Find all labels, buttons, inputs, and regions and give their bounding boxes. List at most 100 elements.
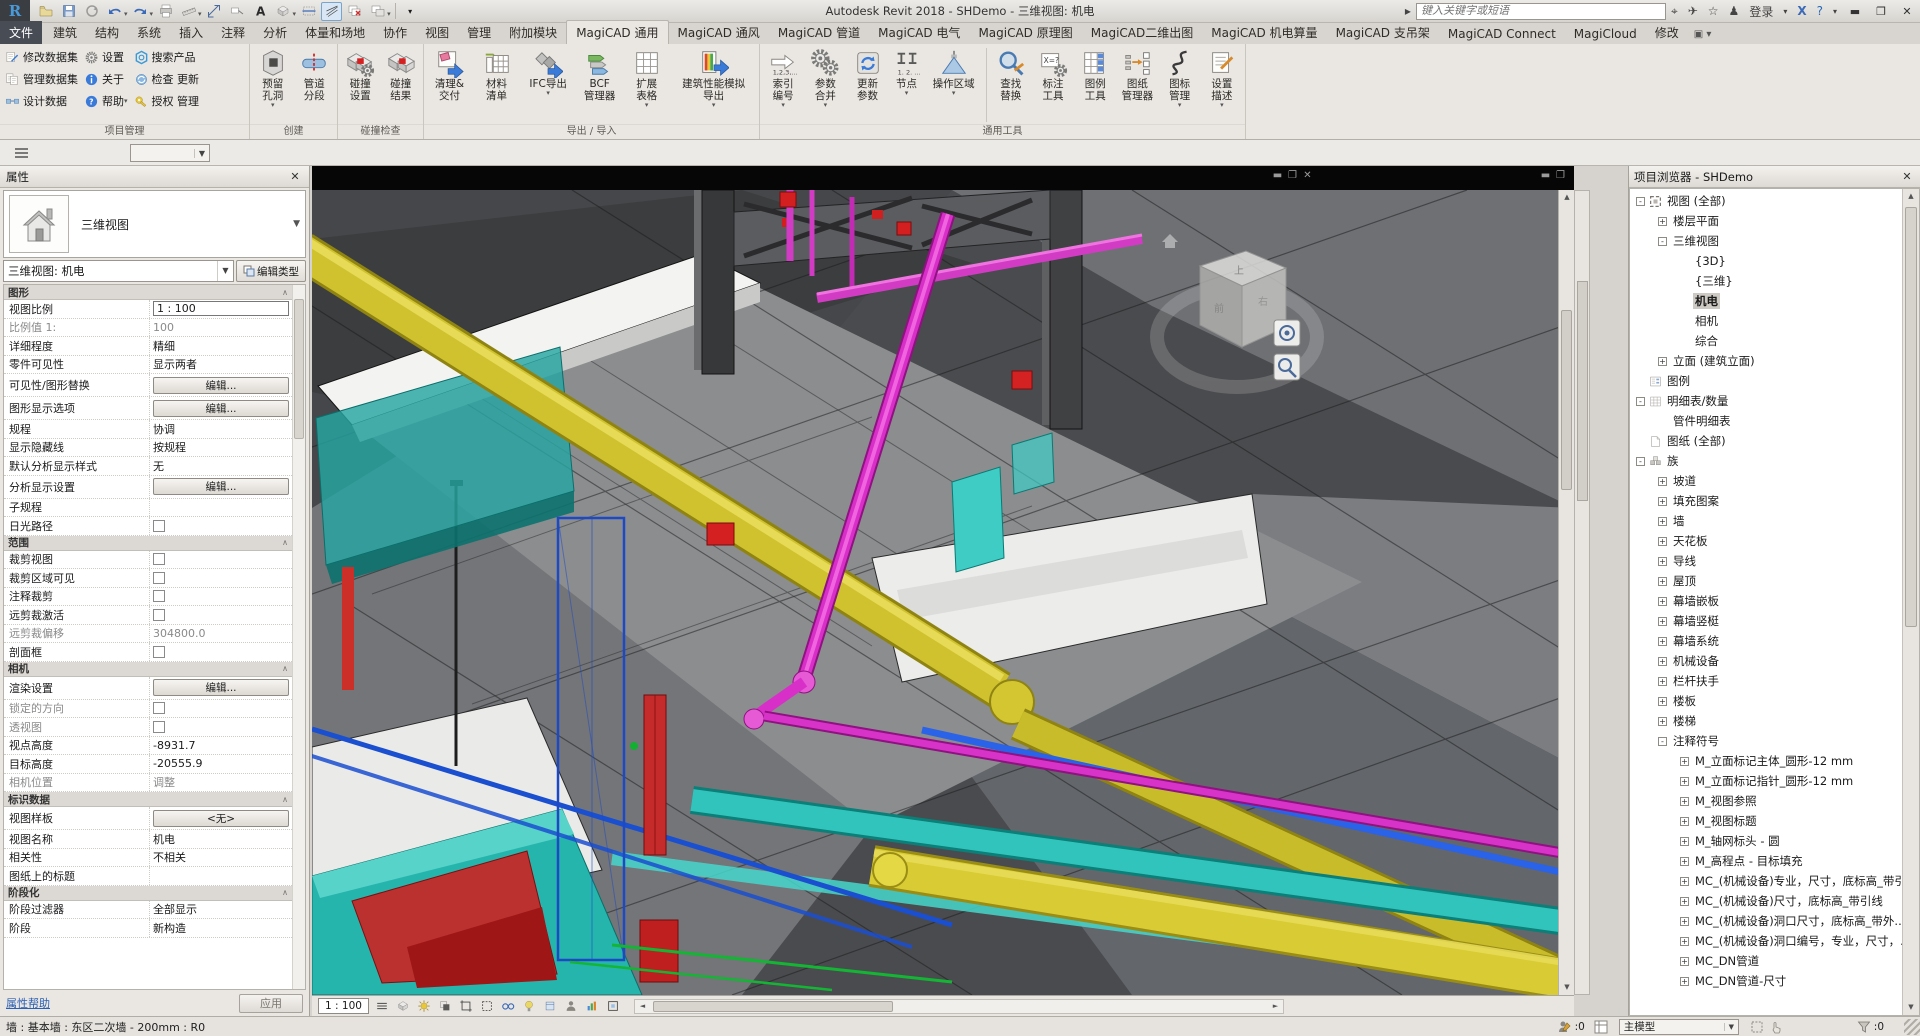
property-text[interactable]: 304800.0 [153,627,206,640]
tag-icon[interactable] [227,2,248,21]
tree-item-屋顶[interactable]: +屋顶 [1630,571,1902,591]
temporary-hide-icon[interactable] [499,998,518,1015]
tab-magicad-原理图[interactable]: MagiCAD 原理图 [969,21,1081,44]
tab-magicad-机电算量[interactable]: MagiCAD 机电算量 [1202,21,1326,44]
property-text[interactable]: 不相关 [153,849,186,865]
tree-item-M立面标记主体圆形12mm[interactable]: +M_立面标记主体_圆形-12 mm [1630,751,1902,771]
tree-item-楼梯[interactable]: +楼梯 [1630,711,1902,731]
collapse-icon[interactable]: - [1636,457,1645,466]
chevron-down-icon[interactable]: ▾ [150,10,154,18]
button-collision-result[interactable]: 碰撞结果 [381,46,422,102]
property-checkbox[interactable] [153,553,165,565]
view-instance-combo[interactable]: 三维视图: 机电 ▼ [3,260,234,282]
worksharing-display-icon[interactable] [562,998,581,1015]
expand-icon[interactable]: + [1658,217,1667,226]
favorites-star-icon[interactable]: ☆ [1708,4,1719,18]
properties-scrollbar[interactable] [292,285,305,989]
tab-结构[interactable]: 结构 [86,21,128,44]
collapse-icon[interactable]: - [1658,237,1667,246]
expand-icon[interactable]: + [1658,697,1667,706]
property-text[interactable]: -8931.7 [153,739,195,752]
property-text[interactable]: 按规程 [153,439,186,455]
property-text[interactable]: 全部显示 [153,901,197,917]
property-text[interactable]: 机电 [153,831,175,847]
button-node-tool[interactable]: 1. 2. ...节点▾ [889,46,925,97]
properties-help-link[interactable]: 属性帮助 [6,995,50,1011]
design-option-combo[interactable]: 主模型 ▼ [1619,1019,1739,1035]
button-material-list[interactable]: 材料清单 [473,46,520,102]
tree-item-MC机械设备洞口尺寸底标高带外[interactable]: +MC_(机械设备)洞口尺寸，底标高_带外... [1630,911,1902,931]
view-scale-button[interactable]: 1 : 100 [318,998,369,1014]
thin-lines-icon[interactable] [321,2,342,21]
expand-icon[interactable]: + [1658,717,1667,726]
tree-item-填充图案[interactable]: +填充图案 [1630,491,1902,511]
close-button[interactable]: ✕ [1894,2,1920,21]
view2-minimize-icon[interactable]: ▬ [1538,170,1553,181]
tree-item-机械设备[interactable]: +机械设备 [1630,651,1902,671]
button-param-merge[interactable]: 参数合并▾ [804,46,846,109]
tree-item-M视图标题[interactable]: +M_视图标题 [1630,811,1902,831]
tab-magicad-支吊架[interactable]: MagiCAD 支吊架 [1327,21,1439,44]
button-manage-dataset[interactable]: 管理数据集 [2,68,81,90]
tree-item-M轴网标头圆[interactable]: +M_轴网标头 - 圆 [1630,831,1902,851]
button-legend-tool[interactable]: 图例工具 [1074,46,1116,102]
signin-dropdown-icon[interactable]: ▾ [1783,7,1787,16]
button-about-info[interactable]: 关于 [81,68,131,90]
view-restore-icon[interactable]: ❐ [1285,170,1300,181]
save-icon[interactable] [58,2,79,21]
section-header-相机[interactable]: 相机∧ [4,662,292,677]
tree-item-三维视图[interactable]: -三维视图 [1630,231,1902,251]
print-icon[interactable] [155,2,176,21]
close-hidden-windows-icon[interactable] [344,2,365,21]
button-bcf-manager[interactable]: BCF管理器 [576,46,623,102]
section-header-标识数据[interactable]: 标识数据∧ [4,792,292,807]
view-close-icon[interactable]: ✕ [1300,170,1315,181]
minimize-button[interactable]: ▬ [1842,2,1868,21]
property-edit-button[interactable]: <无> [153,810,289,827]
button-collision-settings[interactable]: 碰撞设置 [340,46,381,102]
reveal-hidden-icon[interactable] [520,998,539,1015]
property-checkbox[interactable] [153,609,165,621]
tree-item-幕墙竖梃[interactable]: +幕墙竖梃 [1630,611,1902,631]
apply-button[interactable]: 应用 [239,994,303,1013]
close-icon[interactable]: ✕ [287,170,303,183]
collapse-chevron-icon[interactable]: ∧ [282,664,288,673]
tree-item-坡道[interactable]: +坡道 [1630,471,1902,491]
horizontal-scrollbar[interactable]: ◄ ► [634,999,1284,1014]
expand-icon[interactable]: + [1658,357,1667,366]
button-search-product[interactable]: 搜索产品 [131,46,203,68]
button-settings-gear[interactable]: 设置 [81,46,131,68]
tree-item-三维[interactable]: +{三维} [1630,271,1902,291]
tab-注释[interactable]: 注释 [212,21,254,44]
button-symbol-manage[interactable]: 图标管理▾ [1159,46,1201,109]
expand-icon[interactable]: + [1680,817,1689,826]
editing-requests-icon[interactable] [1558,1020,1572,1034]
button-clean-deliver[interactable]: 清理&交付 [426,46,473,102]
tree-item-管件明细表[interactable]: +管件明细表 [1630,411,1902,431]
property-checkbox[interactable] [153,520,165,532]
view2-restore-icon[interactable]: ❐ [1553,170,1568,181]
property-checkbox[interactable] [153,646,165,658]
vertical-scrollbar[interactable]: ▲ ▼ [1558,190,1574,995]
button-work-area[interactable]: 操作区域▾ [924,46,982,97]
text-icon[interactable]: A [250,2,271,21]
tree-item-MCDN管道[interactable]: +MC_DN管道 [1630,951,1902,971]
tree-item-相机[interactable]: +相机 [1630,311,1902,331]
expand-icon[interactable]: + [1680,877,1689,886]
property-checkbox[interactable] [153,721,165,733]
restore-button[interactable]: ❐ [1868,2,1894,21]
button-check-update[interactable]: 检查 更新 [131,68,203,90]
browser-scrollbar[interactable]: ▲ ▼ [1902,189,1919,1015]
expand-icon[interactable]: + [1680,977,1689,986]
expand-icon[interactable]: + [1658,657,1667,666]
resize-grip[interactable] [1904,1019,1920,1035]
tab-magicad-通用[interactable]: MagiCAD 通用 [566,20,668,44]
expand-icon[interactable]: + [1680,777,1689,786]
help-icon[interactable]: ? [1817,4,1823,18]
tab-视图[interactable]: 视图 [416,21,458,44]
tab-文件[interactable]: 文件 [0,21,42,44]
button-modify-dataset[interactable]: 修改数据集 [2,46,81,68]
tab-插入[interactable]: 插入 [170,21,212,44]
property-checkbox[interactable] [153,572,165,584]
expand-icon[interactable]: + [1680,957,1689,966]
